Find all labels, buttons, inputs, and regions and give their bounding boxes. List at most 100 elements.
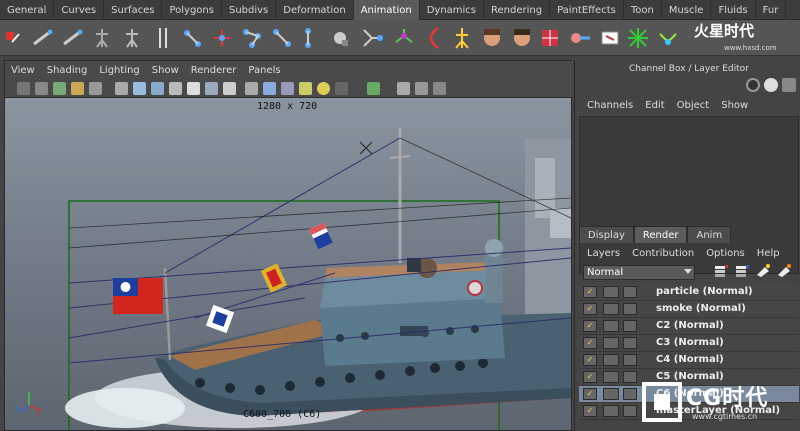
attribute-editor-icon[interactable] xyxy=(764,78,778,92)
xray-icon[interactable] xyxy=(263,82,276,95)
viewport-menu-show[interactable]: Show xyxy=(146,65,185,76)
resolution-label: 1280 x 720 xyxy=(257,101,318,112)
shelf-tab-painteffects[interactable]: PaintEffects xyxy=(550,0,624,20)
layer-visibility-icon[interactable]: ✓ xyxy=(583,337,597,349)
shelf-tab-rendering[interactable]: Rendering xyxy=(484,0,551,20)
layer-override-icon[interactable] xyxy=(623,286,637,298)
select-tool-icon[interactable] xyxy=(367,82,380,95)
shelf-tab-dynamics[interactable]: Dynamics xyxy=(420,0,485,20)
shelf-tab-deformation[interactable]: Deformation xyxy=(276,0,354,20)
layer-render-toggle-icon[interactable] xyxy=(603,354,619,366)
layer-render-toggle-icon[interactable] xyxy=(603,320,619,332)
shelf-icon-bar xyxy=(0,20,800,56)
layer-render-toggle-icon[interactable] xyxy=(603,286,619,298)
shelf-tab-fluids[interactable]: Fluids xyxy=(711,0,756,20)
layer-menu-layers[interactable]: Layers xyxy=(581,248,626,259)
tool-settings-icon[interactable] xyxy=(782,78,796,92)
share-icon[interactable] xyxy=(433,82,446,95)
layer-override-icon[interactable] xyxy=(623,371,637,383)
layer-visibility-icon[interactable]: ✓ xyxy=(583,388,597,400)
cube-icon[interactable] xyxy=(397,82,410,95)
shelf-tool-icons[interactable] xyxy=(6,26,677,50)
wireframe-icon[interactable] xyxy=(115,82,128,95)
shadows-icon[interactable] xyxy=(205,82,218,95)
layer-override-icon[interactable] xyxy=(623,303,637,315)
channel-box-toggle-icon[interactable] xyxy=(746,78,760,92)
3d-viewport[interactable]: 1280 x 720 C600_700 (C6) z x xyxy=(5,98,571,430)
smooth-shade-icon[interactable] xyxy=(133,82,146,95)
layer-override-icon[interactable] xyxy=(623,320,637,332)
layer-menu-help[interactable]: Help xyxy=(751,248,786,259)
layer-visibility-icon[interactable]: ✓ xyxy=(583,354,597,366)
layer-visibility-icon[interactable]: ✓ xyxy=(583,371,597,383)
layer-visibility-icon[interactable]: ✓ xyxy=(583,303,597,315)
resolution-gate-icon[interactable] xyxy=(71,82,84,95)
shelf-tab-surfaces[interactable]: Surfaces xyxy=(104,0,163,20)
xray-joints-icon[interactable] xyxy=(281,82,294,95)
viewport-menu-panels[interactable]: Panels xyxy=(242,65,286,76)
layer-override-icon[interactable] xyxy=(623,337,637,349)
layer-override-icon[interactable] xyxy=(623,354,637,366)
layer-menu-options[interactable]: Options xyxy=(700,248,751,259)
viewport-menu-lighting[interactable]: Lighting xyxy=(93,65,145,76)
layer-editor-menu-bar: Layers Contribution Options Help xyxy=(575,244,800,262)
channel-box-menu-edit[interactable]: Edit xyxy=(639,100,670,111)
high-quality-icon[interactable] xyxy=(299,82,312,95)
isolate-select-icon[interactable] xyxy=(245,82,258,95)
camera-attributes-icon[interactable] xyxy=(35,82,48,95)
shelf-tab-toon[interactable]: Toon xyxy=(624,0,662,20)
shelf-tab-general[interactable]: General xyxy=(0,0,55,20)
layer-render-toggle-icon[interactable] xyxy=(603,371,619,383)
shelf-tab-subdivs[interactable]: Subdivs xyxy=(222,0,277,20)
layer-visibility-icon[interactable]: ✓ xyxy=(583,320,597,332)
display-icon[interactable] xyxy=(415,82,428,95)
layer-override-icon[interactable] xyxy=(623,405,637,417)
layer-name: particle (Normal) xyxy=(656,286,753,297)
layer-visibility-icon[interactable]: ✓ xyxy=(583,405,597,417)
layer-row[interactable]: ✓ C3 (Normal) xyxy=(579,335,799,352)
shelf-tab-muscle[interactable]: Muscle xyxy=(662,0,712,20)
textured-icon[interactable] xyxy=(169,82,182,95)
watermark-bottom-logo: CG时代 xyxy=(686,386,769,411)
tab-anim[interactable]: Anim xyxy=(687,226,732,243)
layer-stack-icon[interactable] xyxy=(713,263,729,279)
motion-blur-icon[interactable] xyxy=(335,82,348,95)
chevron-down-icon xyxy=(684,269,692,274)
shelf-tab-curves[interactable]: Curves xyxy=(54,0,105,20)
layer-row[interactable]: ✓ C4 (Normal) xyxy=(579,352,799,369)
shelf-tab-animation[interactable]: Animation xyxy=(353,0,420,20)
layer-row[interactable]: ✓ C2 (Normal) xyxy=(579,318,799,335)
channel-box-menu-show[interactable]: Show xyxy=(715,100,754,111)
wireframe-on-shaded-icon[interactable] xyxy=(151,82,164,95)
layer-visibility-icon[interactable]: ✓ xyxy=(583,286,597,298)
viewport-menu-view[interactable]: View xyxy=(5,65,41,76)
layer-render-toggle-icon[interactable] xyxy=(603,405,619,417)
layer-render-toggle-icon[interactable] xyxy=(603,303,619,315)
select-camera-icon[interactable] xyxy=(17,82,30,95)
layer-override-icon[interactable] xyxy=(623,388,637,400)
viewport-toolbar xyxy=(5,80,573,98)
channel-box-menu-object[interactable]: Object xyxy=(671,100,716,111)
text-icon[interactable] xyxy=(223,82,236,95)
layer-row[interactable]: ✓ particle (Normal) xyxy=(579,284,799,301)
tab-display[interactable]: Display xyxy=(579,226,634,243)
create-layer-icon[interactable] xyxy=(755,263,771,279)
channel-box-menu-channels[interactable]: Channels xyxy=(581,100,639,111)
layer-stack-options-icon[interactable] xyxy=(734,263,750,279)
manipulator-icon[interactable] xyxy=(359,141,373,155)
layer-render-toggle-icon[interactable] xyxy=(603,388,619,400)
viewport-menu-shading[interactable]: Shading xyxy=(41,65,94,76)
use-all-lights-icon[interactable] xyxy=(187,82,200,95)
layer-blend-mode-select[interactable]: Normal xyxy=(583,265,695,280)
layer-row[interactable]: ✓ smoke (Normal) xyxy=(579,301,799,318)
tab-render[interactable]: Render xyxy=(633,226,688,243)
viewport-menu-renderer[interactable]: Renderer xyxy=(185,65,243,76)
layer-menu-contribution[interactable]: Contribution xyxy=(626,248,700,259)
grid-icon[interactable] xyxy=(89,82,102,95)
shelf-tab-polygons[interactable]: Polygons xyxy=(162,0,222,20)
film-gate-icon[interactable] xyxy=(53,82,66,95)
create-layer-from-selected-icon[interactable] xyxy=(776,263,792,279)
shelf-tab-fur[interactable]: Fur xyxy=(756,0,787,20)
ambient-occlusion-icon[interactable] xyxy=(317,82,330,95)
layer-render-toggle-icon[interactable] xyxy=(603,337,619,349)
